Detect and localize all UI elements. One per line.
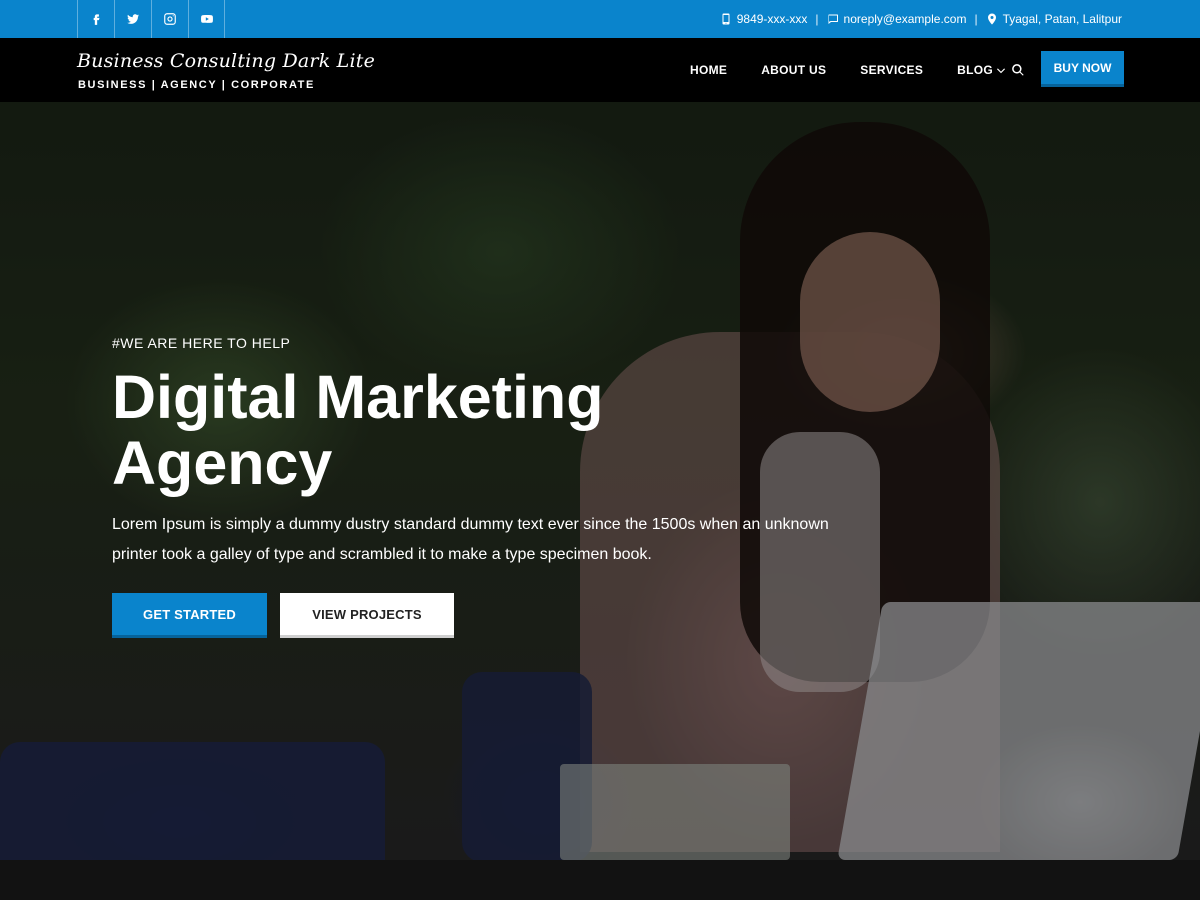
chevron-down-icon bbox=[997, 68, 1006, 74]
phone-text: 9849-xxx-xxx bbox=[736, 12, 808, 26]
nav-home-label: HOME bbox=[690, 63, 728, 77]
phone-item[interactable]: 9849-xxx-xxx bbox=[720, 12, 808, 26]
buy-now-button[interactable]: BUY NOW bbox=[1041, 51, 1124, 87]
youtube-link[interactable] bbox=[188, 0, 225, 38]
separator: | bbox=[815, 12, 819, 26]
nav-home[interactable]: HOME bbox=[690, 63, 727, 77]
view-projects-button[interactable]: VIEW PROJECTS bbox=[280, 593, 454, 638]
map-pin-icon bbox=[987, 13, 996, 25]
site-header: Business Consulting Dark Lite BUSINESS |… bbox=[0, 38, 1200, 102]
email-text: noreply@example.com bbox=[843, 12, 967, 26]
contact-info: 9849-xxx-xxx | noreply@example.com | Tya… bbox=[720, 0, 1122, 38]
social-links bbox=[77, 0, 225, 38]
nav-about-us[interactable]: ABOUT US bbox=[761, 63, 826, 77]
top-bar: 9849-xxx-xxx | noreply@example.com | Tya… bbox=[0, 0, 1200, 38]
twitter-icon bbox=[127, 14, 140, 24]
hero-eyebrow: #WE ARE HERE TO HELP bbox=[112, 335, 291, 351]
separator: | bbox=[974, 12, 978, 26]
nav-services[interactable]: SERVICES bbox=[860, 63, 923, 77]
nav-blog[interactable]: BLOG bbox=[957, 63, 1006, 77]
facebook-link[interactable] bbox=[77, 0, 114, 38]
hero-headline: Digital Marketing Agency bbox=[112, 363, 604, 497]
instagram-icon bbox=[164, 13, 176, 25]
get-started-button[interactable]: GET STARTED bbox=[112, 593, 267, 638]
hero-section: #WE ARE HERE TO HELP Digital Marketing A… bbox=[0, 102, 1200, 860]
address-item: Tyagal, Patan, Lalitpur bbox=[986, 12, 1122, 26]
nav-services-label: SERVICES bbox=[860, 63, 924, 77]
site-tagline: BUSINESS | AGENCY | CORPORATE bbox=[78, 79, 315, 91]
twitter-link[interactable] bbox=[114, 0, 151, 38]
nav-about-label: ABOUT US bbox=[761, 63, 827, 77]
facebook-icon bbox=[93, 14, 100, 25]
email-item[interactable]: noreply@example.com bbox=[827, 12, 967, 26]
search-icon bbox=[1012, 64, 1024, 76]
main-nav: HOME ABOUT US SERVICES BLOG bbox=[690, 38, 1006, 102]
next-section-strip bbox=[0, 860, 1200, 900]
message-icon bbox=[828, 14, 838, 24]
youtube-icon bbox=[200, 15, 213, 23]
hero-description: Lorem Ipsum is simply a dummy dustry sta… bbox=[112, 516, 829, 563]
search-button[interactable] bbox=[1011, 63, 1025, 77]
site-title[interactable]: Business Consulting Dark Lite bbox=[77, 50, 375, 72]
instagram-link[interactable] bbox=[151, 0, 188, 38]
nav-blog-label: BLOG bbox=[957, 63, 994, 77]
phone-icon bbox=[722, 13, 730, 25]
address-text: Tyagal, Patan, Lalitpur bbox=[1002, 12, 1122, 26]
